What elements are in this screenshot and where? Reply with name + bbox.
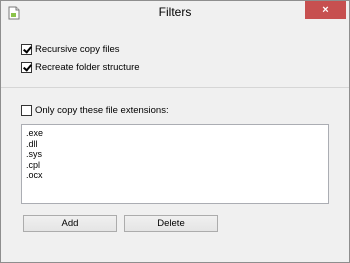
extensions-list[interactable]: .exe .dll .sys .cpl .ocx: [21, 124, 329, 204]
recreate-structure-checkbox[interactable]: [21, 61, 32, 73]
list-item[interactable]: .dll: [26, 139, 324, 150]
title-bar: Filters ×: [1, 1, 349, 25]
divider: [1, 87, 349, 88]
recursive-copy-label: Recursive copy files: [35, 43, 120, 55]
options-panel: [1, 25, 349, 87]
list-item[interactable]: .sys: [26, 149, 324, 160]
list-item[interactable]: .cpl: [26, 160, 324, 171]
window-title: Filters: [158, 5, 192, 19]
list-item[interactable]: .exe: [26, 128, 324, 139]
filters-dialog: Filters × Recursive copy files Recreate …: [0, 0, 350, 263]
delete-button[interactable]: Delete: [124, 215, 218, 232]
add-button[interactable]: Add: [23, 215, 117, 232]
only-extensions-checkbox[interactable]: [21, 104, 32, 116]
recursive-copy-option[interactable]: Recursive copy files: [21, 42, 119, 56]
close-button[interactable]: ×: [305, 1, 346, 19]
list-item[interactable]: .ocx: [26, 170, 324, 181]
recreate-structure-label: Recreate folder structure: [35, 61, 140, 73]
close-icon: ×: [322, 4, 329, 16]
recursive-copy-checkbox[interactable]: [21, 43, 32, 55]
recreate-structure-option[interactable]: Recreate folder structure: [21, 60, 140, 74]
only-extensions-label: Only copy these file extensions:: [35, 104, 169, 116]
only-extensions-option[interactable]: Only copy these file extensions:: [21, 103, 169, 117]
